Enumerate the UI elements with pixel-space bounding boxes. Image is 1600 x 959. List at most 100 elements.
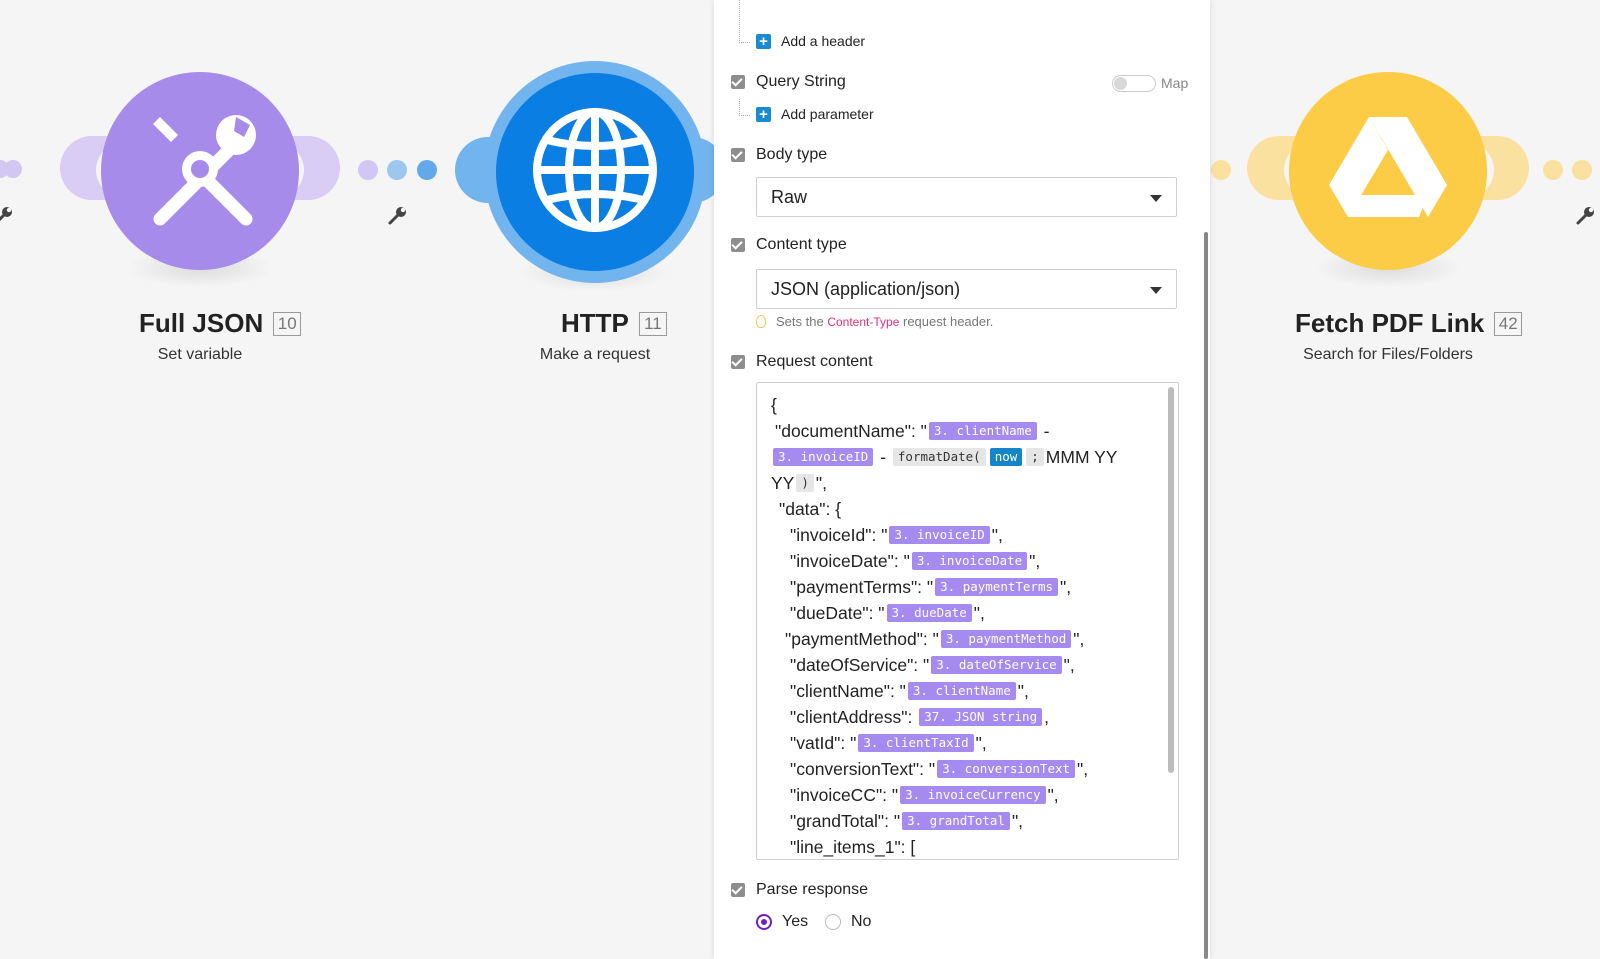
tree-connector [739,99,750,116]
connector-dot [417,160,437,180]
mapped-token[interactable]: 3. conversionText [937,760,1076,778]
query-string-checkbox[interactable] [731,75,745,89]
plus-icon: + [756,33,771,49]
add-parameter-button[interactable]: + Add parameter [756,106,874,122]
mapped-token[interactable]: 3. invoiceID [889,526,990,544]
plus-icon: + [756,106,771,122]
module-subtitle: Search for Files/Folders [1303,346,1473,363]
content-type-section: Content type [731,236,847,254]
radio-no-label: No [851,913,872,930]
radio-no[interactable] [825,914,841,930]
function-token[interactable]: formatDate( [892,448,986,466]
code-line: "invoiceId": " 3. invoiceID ", [790,525,1003,545]
body-type-section: Body type [731,146,827,164]
add-header-button[interactable]: + Add a header [756,33,865,49]
request-content-editor[interactable]: { "documentName": " 3. clientName - 3. in… [756,382,1179,860]
wrench-icon[interactable] [386,205,408,227]
code-line: 3. invoiceID - formatDate(now; MMM YY [771,444,1117,470]
code-line: "paymentTerms": " 3. paymentTerms ", [790,577,1072,597]
mapped-token[interactable]: 3. invoiceDate [911,552,1028,570]
request-content-section: Request content [731,353,873,371]
mapped-token[interactable]: 3. clientTaxId [858,734,974,752]
parse-response-no[interactable]: No [825,913,871,931]
module-id-badge: 10 [273,311,302,336]
separator-token[interactable]: ; [1026,448,1044,466]
query-string-section: Query String [731,73,846,91]
tree-connector [739,0,750,43]
body-type-label: Body type [756,146,828,163]
body-type-value: Raw [771,186,808,207]
module-circle[interactable] [496,73,694,271]
chevron-down-icon [1150,287,1162,294]
hint-highlight: Content-Type [827,315,900,329]
request-content-label: Request content [756,353,873,370]
parse-response-section: Parse response [731,881,868,899]
connector-dot [358,160,378,180]
body-type-select[interactable]: Raw [756,177,1177,217]
content-type-select[interactable]: JSON (application/json) [756,269,1177,309]
mapped-token[interactable]: 37. JSON string [919,708,1043,726]
request-content-checkbox[interactable] [731,355,745,369]
mapped-token[interactable]: 3. clientName [907,682,1016,700]
module-name: HTTP [561,308,629,338]
connector-dot [1543,160,1563,180]
query-string-label: Query String [756,73,846,90]
mapped-token[interactable]: 3. dateOfService [931,656,1062,674]
module-subtitle: Make a request [539,346,651,363]
tools-icon [138,107,262,236]
add-header-label: Add a header [781,33,866,49]
lightbulb-icon [756,315,766,328]
add-parameter-label: Add parameter [781,106,874,122]
hint-prefix: Sets the [776,314,824,329]
mapped-token[interactable]: 3. paymentMethod [940,630,1072,648]
module-circle[interactable] [101,72,299,270]
radio-yes-label: Yes [782,913,809,930]
scenario-canvas[interactable]: Full JSON 10 Set variable HTTP 11 Make a… [0,0,1600,959]
mapped-token[interactable]: 3. invoiceCurrency [900,786,1046,804]
mapped-token[interactable]: 3. clientName [928,422,1037,440]
connector-dot [387,160,407,180]
connector-dot [1572,160,1592,180]
module-title: Full JSON 10 [139,308,302,339]
parse-response-checkbox[interactable] [731,883,745,897]
code-line: "conversionText": " 3. conversionText ", [790,759,1089,779]
module-subtitle: Set variable [157,346,243,363]
radio-yes[interactable] [756,914,772,930]
code-line: YY) ", [771,473,827,493]
module-name: Full JSON [139,308,264,338]
module-id-badge: 11 [638,311,667,336]
code-line: "line_items_1": [ [790,837,916,857]
http-settings-panel[interactable]: + Add a header Query String Map + Add pa… [714,0,1210,959]
keyword-token[interactable]: now [989,448,1023,466]
map-label: Map [1161,75,1189,91]
content-type-label: Content type [756,236,847,253]
code-line: "vatId": " 3. clientTaxId ", [790,733,987,753]
mapped-token[interactable]: 3. paymentTerms [935,578,1059,596]
content-type-value: JSON (application/json) [771,278,961,299]
code-line: "paymentMethod": " 3. paymentMethod ", [785,629,1085,649]
module-name: Fetch PDF Link [1295,308,1485,338]
chevron-down-icon [1150,195,1162,202]
code-line: "dueDate": " 3. dueDate ", [790,603,985,623]
globe-icon [531,106,659,239]
content-type-hint: Sets the Content-Type request header. [756,314,993,329]
body-type-checkbox[interactable] [731,148,745,162]
code-line: "clientName": " 3. clientName ", [790,681,1029,701]
module-circle[interactable] [1289,72,1487,270]
mapped-token[interactable]: 3. invoiceID [773,448,874,466]
wrench-icon[interactable] [0,205,14,227]
module-title: Fetch PDF Link 42 [1295,308,1523,339]
code-line: "data": { [779,499,842,519]
map-toggle[interactable] [1112,75,1156,92]
code-line: "grandTotal": " 3. grandTotal ", [790,811,1024,831]
editor-scrollbar[interactable] [1168,387,1174,773]
wrench-icon[interactable] [1574,205,1596,227]
code-line: "clientAddress": 37. JSON string, [790,707,1049,727]
module-id-badge: 42 [1494,311,1523,336]
mapped-token[interactable]: 3. grandTotal [902,812,1010,830]
content-type-checkbox[interactable] [731,238,745,252]
parse-response-yes[interactable]: Yes [756,913,808,931]
mapped-token[interactable]: 3. dueDate [886,604,972,622]
panel-scrollbar[interactable] [1204,232,1208,959]
function-close-token[interactable]: ) [796,474,814,492]
